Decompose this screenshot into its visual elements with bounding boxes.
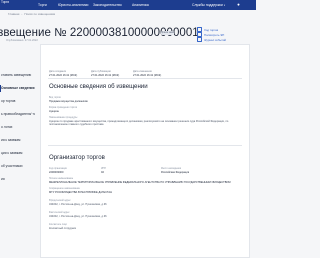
user-icon[interactable]: ● [236, 2, 241, 7]
sidebar-item-participants[interactable]: об участниках [0, 160, 35, 173]
notice-card: Дата создания27.01.2022 16:41 (МСК) Дата… [40, 44, 250, 258]
breadcrumb-home[interactable]: Главная [8, 12, 19, 16]
field-auction-form: Форма проведения торговАукцион [49, 107, 77, 113]
created-info: Дата создания27.01.2022 16:41 (МСК) [49, 70, 77, 77]
sidebar-item-rights-holder[interactable]: ь правообладателя/ торгов [0, 108, 35, 121]
nav-item-analytics[interactable]: Аналитика [132, 3, 149, 7]
nav-item-torgi[interactable]: Торги [38, 3, 47, 7]
field-short-name: Сокращенное наименованиеМТУ РОСИМУЩЕСТВА… [49, 188, 112, 194]
brand-logo[interactable]: Торги [1, 1, 9, 5]
link-event-log[interactable]: Журнал событий [197, 37, 226, 42]
sidebar-item-compare[interactable]: ставить извещению [0, 69, 35, 82]
sidebar-item-organizer[interactable]: ор торгов [0, 95, 35, 108]
field-org-code: Код организации2200003000 [49, 168, 67, 174]
nav-item-legislation[interactable]: Законодательство [93, 3, 122, 7]
sidebar-item-lots[interactable]: о лотах [0, 121, 35, 134]
published-info: Дата публикации27.01.2022 16:41 (МСК) [91, 70, 119, 77]
field-location: Место нахожденияРоссийская Федерация [161, 168, 189, 174]
field-actual-address: Фактический адрес344002, г. Ростов-на-До… [49, 212, 107, 218]
top-nav-bar: Торги Торги Юристы-аналитики Законодател… [0, 0, 256, 10]
field-contact: Контактное лицоКонтактный сотрудник [49, 224, 76, 230]
sidebar-item-main-info[interactable]: Основные сведения [0, 82, 35, 95]
breadcrumb-search[interactable]: Поиск по извещениям [24, 12, 55, 16]
published-date: Опубликовано: 27.01.2022 [6, 39, 38, 42]
sidebar-nav: ставить извещению Основные сведения ор т… [0, 69, 35, 186]
nav-item-analytics-lawyers[interactable]: Юристы-аналитики [58, 3, 88, 7]
field-inn: ИНН02 [101, 168, 106, 174]
changed-info: Дата изменения27.01.2022 16:41 (МСК) [133, 70, 161, 77]
log-icon [197, 37, 202, 42]
right-links: Ход торгов Посмотреть ЭП Журнал событий [197, 27, 226, 42]
sidebar-item-applications[interactable]: ции к заявкам [0, 147, 35, 160]
field-auction-type: Вид торговПродажа имущества должников [49, 97, 88, 103]
nav-item-support[interactable]: Службы поддержки▾ [192, 3, 225, 7]
field-legal-address: Юридический адрес344002, г. Ростов-на-До… [49, 200, 107, 206]
status-badge: Прием заявок [161, 31, 174, 35]
field-full-name: Полное наименованиеМЕЖРЕГИОНАЛЬНОЕ ТЕРРИ… [49, 178, 231, 184]
section-title-organizer: Организатор торгов [49, 154, 105, 161]
section-title-main: Основные сведения об извещении [49, 83, 148, 90]
field-procedure-name: Наименование процедурыАукцион по продаже… [49, 117, 239, 126]
sidebar-item-docs[interactable]: ия [0, 173, 35, 186]
breadcrumb: Главная›Поиск по извещениям [8, 12, 55, 16]
sidebar-item-requirements[interactable]: ия к заявкам [0, 134, 35, 147]
